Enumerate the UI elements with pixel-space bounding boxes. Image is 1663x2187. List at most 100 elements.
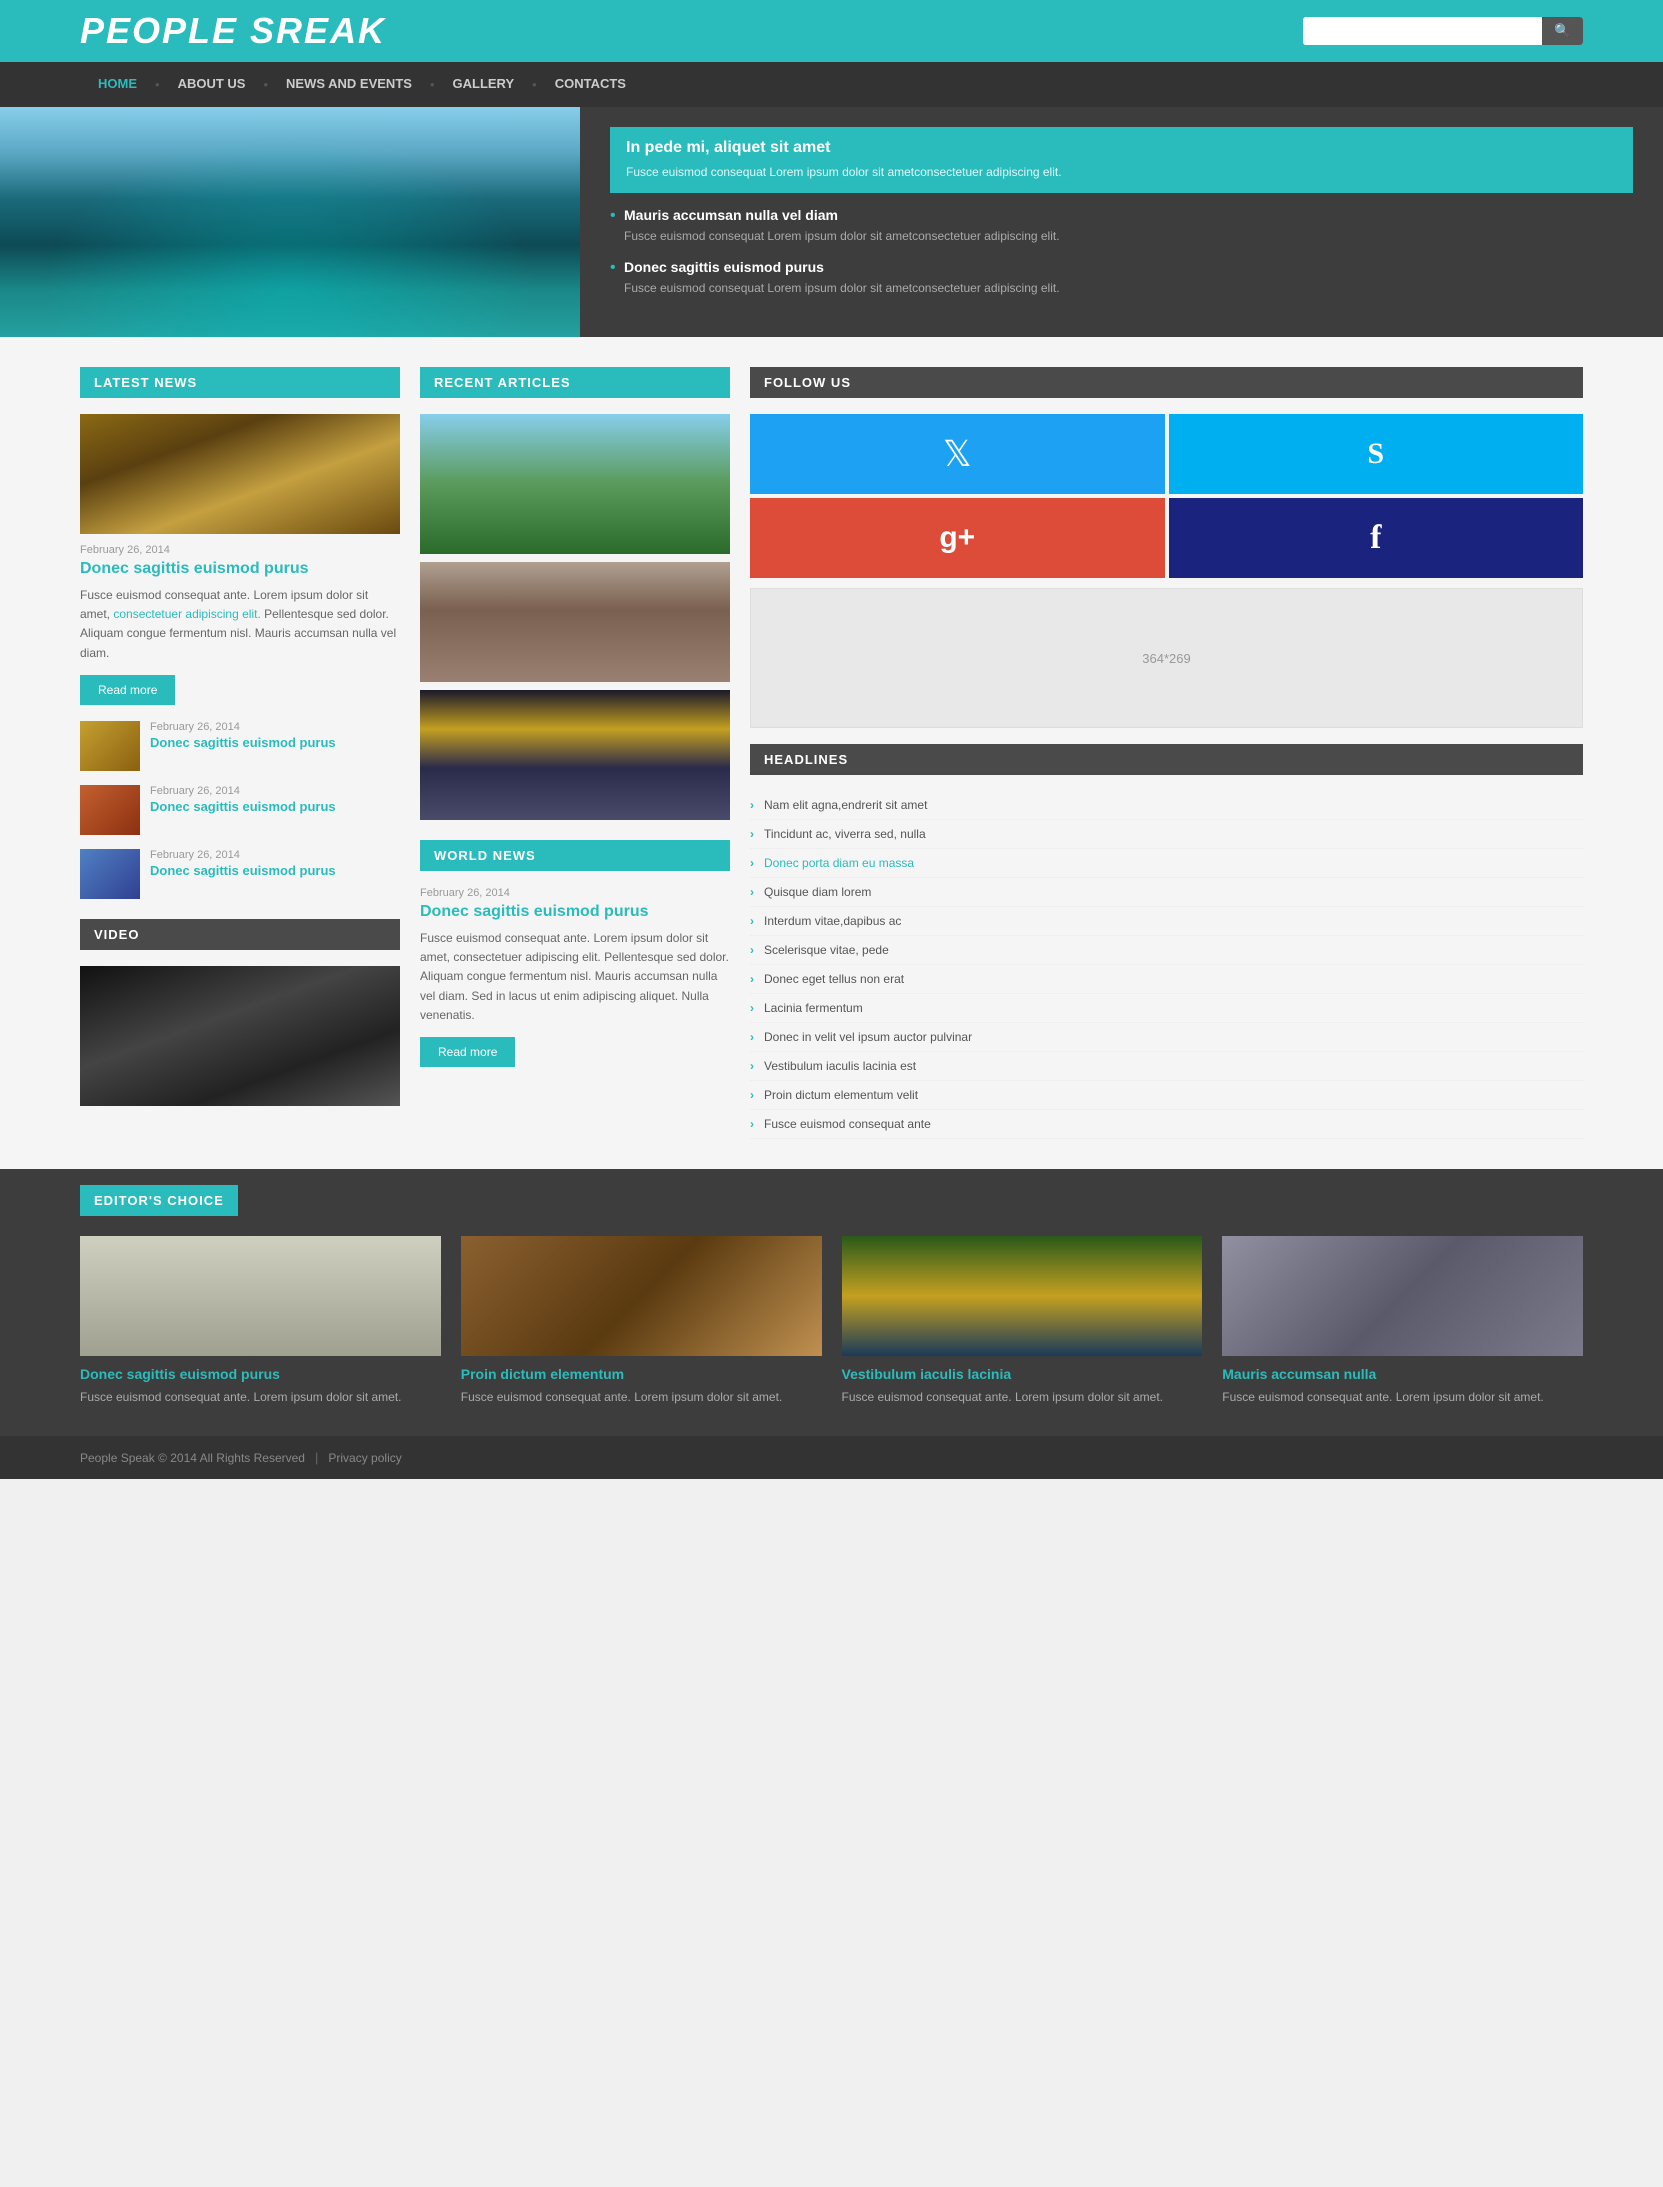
editor-card-2: Proin dictum elementum Fusce euismod con…: [461, 1236, 822, 1406]
editor-card-1-text: Fusce euismod consequat ante. Lorem ipsu…: [80, 1388, 441, 1406]
hero-item-2-text: Fusce euismod consequat Lorem ipsum dolo…: [624, 279, 1633, 297]
headline-3[interactable]: Donec porta diam eu massa: [750, 849, 1583, 878]
small-news-2-image: [80, 785, 140, 835]
gplus-icon: g+: [939, 521, 975, 555]
headline-11[interactable]: Proin dictum elementum velit: [750, 1081, 1583, 1110]
main-news-article: February 26, 2014 Donec sagittis euismod…: [80, 414, 400, 705]
small-news-1-date: February 26, 2014: [150, 721, 336, 733]
main-news-read-more[interactable]: Read more: [80, 675, 175, 705]
twitter-icon: 𝕏: [943, 433, 972, 475]
headline-7[interactable]: Donec eget tellus non erat: [750, 965, 1583, 994]
main-news-text: Fusce euismod consequat ante. Lorem ipsu…: [80, 586, 400, 663]
main-news-image: [80, 414, 400, 534]
editor-card-3: Vestibulum iaculis lacinia Fusce euismod…: [842, 1236, 1203, 1406]
follow-us-header: FOLLOW US: [750, 367, 1583, 398]
editor-card-4-title[interactable]: Mauris accumsan nulla: [1222, 1366, 1583, 1382]
headline-6[interactable]: Scelerisque vitae, pede: [750, 936, 1583, 965]
small-news-2: February 26, 2014 Donec sagittis euismod…: [80, 785, 400, 835]
search-button[interactable]: 🔍: [1542, 17, 1583, 45]
footer-copyright: People Speak © 2014 All Rights Reserved: [80, 1451, 305, 1465]
hero-section: In pede mi, aliquet sit amet Fusce euism…: [0, 107, 1663, 337]
recent-articles-header: RECENT ARTICLES: [420, 367, 730, 398]
nav-news[interactable]: NEWS AND EVENTS: [268, 62, 430, 105]
small-news-2-date: February 26, 2014: [150, 785, 336, 797]
nav-home[interactable]: HOME: [80, 62, 155, 105]
social-grid: 𝕏 S g+ f: [750, 414, 1583, 578]
advertisement-placeholder: 364*269: [750, 588, 1583, 728]
main-news-title: Donec sagittis euismod purus: [80, 560, 400, 578]
editor-card-2-title[interactable]: Proin dictum elementum: [461, 1366, 822, 1382]
site-footer: People Speak © 2014 All Rights Reserved …: [0, 1436, 1663, 1479]
editor-card-1-image: [80, 1236, 441, 1356]
main-nav: HOME • ABOUT US • NEWS AND EVENTS • GALL…: [0, 62, 1663, 107]
skype-button[interactable]: S: [1169, 414, 1584, 494]
middle-column: RECENT ARTICLES WORLD NEWS February 26, …: [420, 367, 730, 1139]
world-news-header: WORLD NEWS: [420, 840, 730, 871]
world-news-read-more[interactable]: Read more: [420, 1037, 515, 1067]
headlines-list: Nam elit agna,endrerit sit amet Tincidun…: [750, 791, 1583, 1139]
search-input[interactable]: [1303, 18, 1542, 45]
headline-2[interactable]: Tincidunt ac, viverra sed, nulla: [750, 820, 1583, 849]
hero-item-2-title: Donec sagittis euismod purus: [624, 259, 1633, 275]
editor-card-3-title[interactable]: Vestibulum iaculis lacinia: [842, 1366, 1203, 1382]
video-section: VIDEO: [80, 919, 400, 1106]
facebook-icon: f: [1370, 519, 1381, 557]
headline-12[interactable]: Fusce euismod consequat ante: [750, 1110, 1583, 1139]
privacy-policy-link[interactable]: Privacy policy: [328, 1451, 401, 1465]
headline-1[interactable]: Nam elit agna,endrerit sit amet: [750, 791, 1583, 820]
skype-icon: S: [1367, 437, 1384, 471]
editor-card-1-title[interactable]: Donec sagittis euismod purus: [80, 1366, 441, 1382]
footer-separator: |: [315, 1450, 318, 1465]
twitter-button[interactable]: 𝕏: [750, 414, 1165, 494]
headline-10[interactable]: Vestibulum iaculis lacinia est: [750, 1052, 1583, 1081]
headline-8[interactable]: Lacinia fermentum: [750, 994, 1583, 1023]
headlines-section: HEADLINES Nam elit agna,endrerit sit ame…: [750, 744, 1583, 1139]
main-content: LATEST NEWS February 26, 2014 Donec sagi…: [0, 337, 1663, 1169]
headline-5[interactable]: Interdum vitae,dapibus ac: [750, 907, 1583, 936]
right-column: FOLLOW US 𝕏 S g+ f 364*269 HEADLINES Nam…: [750, 367, 1583, 1139]
hero-highlight: In pede mi, aliquet sit amet Fusce euism…: [610, 127, 1633, 193]
article-img-woman: [420, 562, 730, 682]
editors-grid: Donec sagittis euismod purus Fusce euism…: [80, 1236, 1583, 1406]
article-img-city: [420, 690, 730, 820]
nav-contacts[interactable]: CONTACTS: [537, 62, 644, 105]
site-logo: PEOPLE SREAK: [80, 10, 386, 52]
article-image-2: [420, 562, 730, 682]
small-news-3: February 26, 2014 Donec sagittis euismod…: [80, 849, 400, 899]
editor-card-2-image: [461, 1236, 822, 1356]
nav-about[interactable]: ABOUT US: [160, 62, 264, 105]
world-news-text: Fusce euismod consequat ante. Lorem ipsu…: [420, 929, 730, 1025]
world-news-title: Donec sagittis euismod purus: [420, 903, 730, 921]
small-news-1-image: [80, 721, 140, 771]
article-image-1: [420, 414, 730, 554]
editor-card-2-text: Fusce euismod consequat ante. Lorem ipsu…: [461, 1388, 822, 1406]
hero-highlight-title: In pede mi, aliquet sit amet: [626, 139, 1617, 157]
editor-card-4-image: [1222, 1236, 1583, 1356]
hero-item-1-text: Fusce euismod consequat Lorem ipsum dolo…: [624, 227, 1633, 245]
headlines-header: HEADLINES: [750, 744, 1583, 775]
headline-9[interactable]: Donec in velit vel ipsum auctor pulvinar: [750, 1023, 1583, 1052]
headline-4[interactable]: Quisque diam lorem: [750, 878, 1583, 907]
small-news-1-title[interactable]: Donec sagittis euismod purus: [150, 735, 336, 750]
search-box: 🔍: [1303, 17, 1583, 45]
hero-highlight-text: Fusce euismod consequat Lorem ipsum dolo…: [626, 163, 1617, 181]
article-img-windmill: [420, 414, 730, 554]
world-news-section: WORLD NEWS February 26, 2014 Donec sagit…: [420, 840, 730, 1067]
site-header: PEOPLE SREAK 🔍: [0, 0, 1663, 62]
left-column: LATEST NEWS February 26, 2014 Donec sagi…: [80, 367, 400, 1139]
hero-image: [0, 107, 580, 337]
main-news-date: February 26, 2014: [80, 544, 400, 556]
editor-card-3-text: Fusce euismod consequat ante. Lorem ipsu…: [842, 1388, 1203, 1406]
world-news-date: February 26, 2014: [420, 887, 730, 899]
small-news-3-title[interactable]: Donec sagittis euismod purus: [150, 863, 336, 878]
hero-sidebar: In pede mi, aliquet sit amet Fusce euism…: [580, 107, 1663, 337]
nav-gallery[interactable]: GALLERY: [435, 62, 533, 105]
editor-card-4-text: Fusce euismod consequat ante. Lorem ipsu…: [1222, 1388, 1583, 1406]
editor-card-1: Donec sagittis euismod purus Fusce euism…: [80, 1236, 441, 1406]
small-news-2-title[interactable]: Donec sagittis euismod purus: [150, 799, 336, 814]
editors-choice-header: EDITOR'S CHOICE: [80, 1185, 238, 1216]
small-news-3-date: February 26, 2014: [150, 849, 336, 861]
facebook-button[interactable]: f: [1169, 498, 1584, 578]
gplus-button[interactable]: g+: [750, 498, 1165, 578]
editor-card-4: Mauris accumsan nulla Fusce euismod cons…: [1222, 1236, 1583, 1406]
